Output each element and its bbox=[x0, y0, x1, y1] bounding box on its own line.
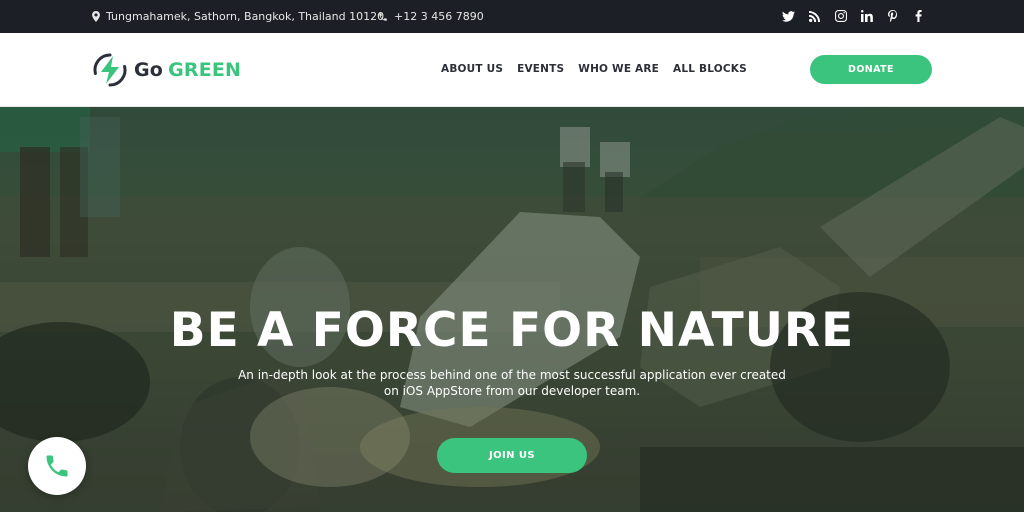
donate-button[interactable]: DONATE bbox=[810, 55, 932, 84]
main-nav: ABOUT US EVENTS WHO WE ARE ALL BLOCKS bbox=[441, 63, 747, 75]
logo-go: Go bbox=[134, 59, 164, 81]
floating-call-button[interactable] bbox=[28, 437, 86, 495]
hero-title: BE A FORCE FOR NATURE bbox=[169, 303, 855, 358]
twitter-icon[interactable] bbox=[781, 5, 796, 27]
nav-who-we-are[interactable]: WHO WE ARE bbox=[578, 63, 659, 75]
facebook-icon[interactable] bbox=[911, 5, 926, 27]
phone-icon bbox=[379, 12, 387, 21]
linkedin-icon[interactable] bbox=[859, 5, 874, 27]
map-pin-icon bbox=[92, 11, 100, 22]
nav-about-us[interactable]: ABOUT US bbox=[441, 63, 503, 75]
hero-subtitle: An in-depth look at the process behind o… bbox=[238, 368, 786, 398]
phone-block[interactable]: +12 3 456 7890 bbox=[378, 10, 484, 23]
social-links bbox=[781, 5, 926, 27]
pinterest-icon[interactable] bbox=[885, 5, 900, 27]
address-text: Tungmahamek, Sathorn, Bangkok, Thailand … bbox=[106, 10, 385, 23]
logo-text: Go GREEN bbox=[134, 59, 241, 81]
logo-green: GREEN bbox=[168, 59, 242, 81]
lightning-bolt-icon bbox=[93, 53, 127, 87]
rss-icon[interactable] bbox=[807, 5, 822, 27]
join-us-button[interactable]: JOIN US bbox=[437, 438, 587, 473]
instagram-icon[interactable] bbox=[833, 5, 848, 27]
nav-all-blocks[interactable]: ALL BLOCKS bbox=[673, 63, 747, 75]
hero-section: BE A FORCE FOR NATURE An in-depth look a… bbox=[0, 107, 1024, 512]
nav-events[interactable]: EVENTS bbox=[517, 63, 564, 75]
phone-call-icon bbox=[46, 455, 68, 477]
site-header: Go GREEN ABOUT US EVENTS WHO WE ARE ALL B… bbox=[0, 33, 1024, 107]
address-block: Tungmahamek, Sathorn, Bangkok, Thailand … bbox=[92, 10, 384, 23]
top-info-bar: Tungmahamek, Sathorn, Bangkok, Thailand … bbox=[0, 0, 1024, 33]
phone-text: +12 3 456 7890 bbox=[394, 10, 484, 23]
logo[interactable]: Go GREEN bbox=[92, 52, 241, 88]
